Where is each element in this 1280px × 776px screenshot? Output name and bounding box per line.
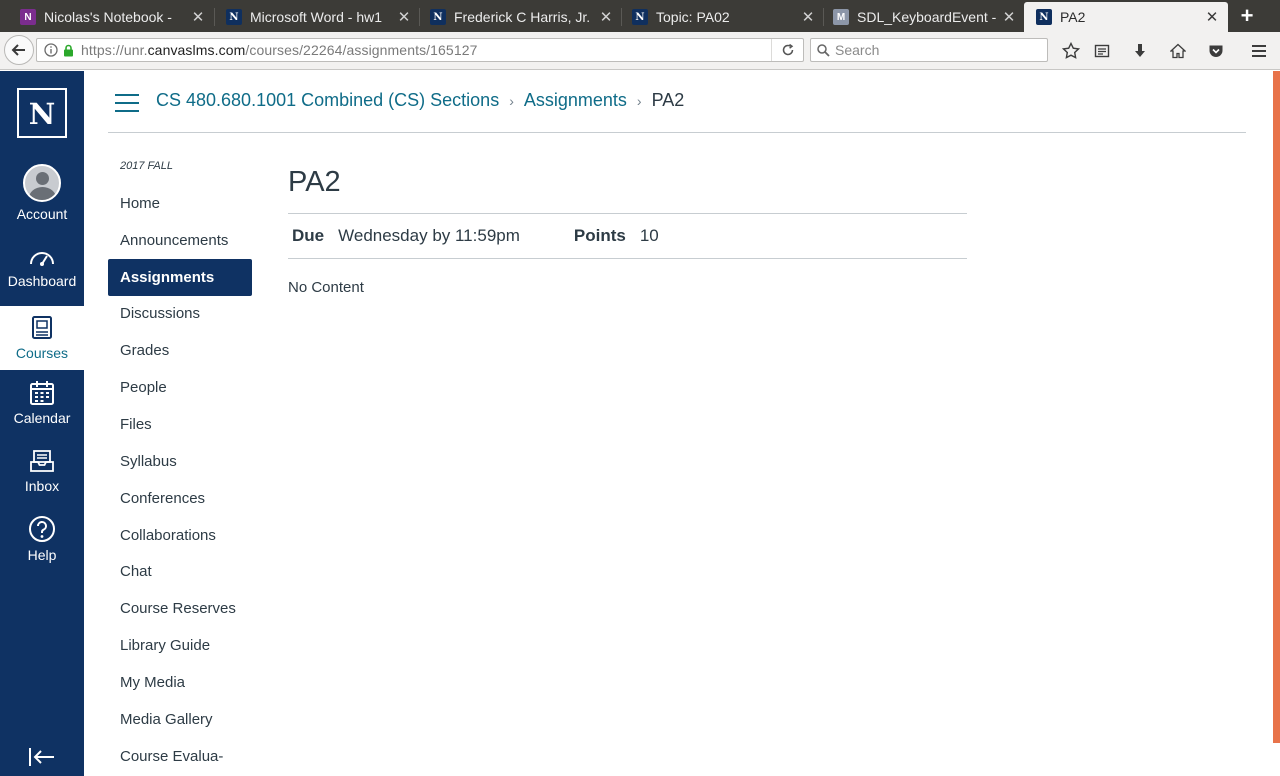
assignment-body: No Content [288,279,364,296]
reload-icon[interactable] [771,39,803,61]
tab-title: Frederick C Harris, Jr. [454,9,591,25]
chevron-right-icon: › [509,92,514,109]
global-navigation: N Account Dashboard Courses Calendar Inb… [0,71,84,776]
dashboard-icon [30,252,54,266]
tab-title: SDL_KeyboardEvent - [857,9,997,25]
nav-label: Inbox [24,478,60,494]
new-tab-button[interactable]: + [1236,2,1258,30]
nevada-n-icon: N [29,99,56,127]
search-icon [811,43,835,57]
back-arrow-icon [11,44,25,56]
university-logo[interactable]: N [17,88,67,138]
browser-tab-active[interactable]: N PA2 ✕ [1024,2,1228,32]
due-label: Due [292,226,325,245]
home-icon[interactable] [1167,40,1189,62]
nav-dashboard[interactable]: Dashboard [0,247,84,295]
nav-help[interactable]: Help [0,515,84,565]
nav-label: Calendar [13,410,71,426]
nav-inbox[interactable]: Inbox [0,448,84,498]
nav-account[interactable]: Account [0,164,84,226]
collapse-nav-icon[interactable] [28,746,56,768]
nav-calendar[interactable]: Calendar [0,380,84,430]
course-nav-item-files[interactable]: Files [108,406,252,443]
course-nav-item-announcements[interactable]: Announcements [108,222,252,259]
course-nav-item-discussions[interactable]: Discussions [108,296,252,333]
course-menu-toggle-icon[interactable] [115,94,139,112]
course-header: CS 480.680.1001 Combined (CS) Sections ›… [108,71,1246,133]
pocket-icon[interactable] [1205,40,1227,62]
download-icon[interactable] [1129,40,1151,62]
course-nav-item-home[interactable]: Home [108,185,252,222]
onenote-icon: N [20,9,36,25]
tab-title: Microsoft Word - hw1 [250,9,382,25]
nav-label: Account [16,206,68,222]
back-button[interactable] [4,35,34,65]
breadcrumb-assignments-link[interactable]: Assignments [524,90,627,111]
course-nav-item-chat[interactable]: Chat [108,553,252,590]
course-nav-item-assignments[interactable]: Assignments [108,258,252,296]
page-title: PA2 [288,166,341,198]
bookmark-star-icon[interactable] [1060,40,1082,62]
browser-nav-bar: https://unr.canvaslms.com/courses/22264/… [0,32,1280,70]
canvas-n-icon: N [632,9,648,25]
breadcrumb: CS 480.680.1001 Combined (CS) Sections ›… [156,90,684,111]
close-tab-icon[interactable]: ✕ [188,8,208,26]
course-nav-item-my-media[interactable]: My Media [108,664,252,701]
courses-icon [32,316,52,339]
inbox-icon [30,450,54,472]
browser-tab-bar: N Nicolas's Notebook - ✕ N Microsoft Wor… [0,0,1280,32]
chevron-right-icon: › [636,92,642,109]
points-label: Points [573,226,626,245]
account-avatar-icon [23,164,61,202]
close-tab-icon[interactable]: ✕ [999,8,1019,26]
search-placeholder: Search [835,42,880,58]
tab-title: Nicolas's Notebook - [44,9,172,25]
lock-icon [61,44,75,57]
course-nav-item-course-reserves[interactable]: Course Reserves [108,590,252,627]
reading-list-icon[interactable] [1091,40,1113,62]
due-value: Wednesday by 11:59pm [338,226,520,245]
tab-title: Topic: PA02 [656,9,730,25]
close-tab-icon[interactable]: ✕ [1202,8,1222,26]
svg-text:N: N [29,99,56,127]
breadcrumb-current: PA2 [651,90,685,110]
nav-courses[interactable]: Courses [0,306,84,370]
scrollbar[interactable] [1273,71,1280,743]
moodle-icon: M [833,9,849,25]
course-nav-item-collaborations[interactable]: Collaborations [108,517,252,554]
help-icon [29,516,55,542]
breadcrumb-course-link[interactable]: CS 480.680.1001 Combined (CS) Sections [156,90,499,111]
browser-tab[interactable]: N Nicolas's Notebook - ✕ [0,2,214,32]
course-nav-item-syllabus[interactable]: Syllabus [108,443,252,480]
course-nav-item-library-guide[interactable]: Library Guide [108,627,252,664]
url-text: https://unr.canvaslms.com/courses/22264/… [81,42,478,58]
course-term: 2017 FALL [120,160,174,172]
canvas-n-icon: N [430,9,446,25]
course-nav-item-media-gallery[interactable]: Media Gallery [108,701,252,738]
nav-label: Help [27,547,57,563]
points-value: 10 [639,226,659,245]
canvas-n-icon: N [1036,9,1052,25]
browser-tab[interactable]: M SDL_KeyboardEvent - ✕ [813,2,1025,32]
address-bar[interactable]: https://unr.canvaslms.com/courses/22264/… [36,38,804,62]
browser-tab[interactable]: N Frederick C Harris, Jr. ✕ [410,2,622,32]
tab-title: PA2 [1060,9,1086,25]
canvas-n-icon: N [226,9,242,25]
assignment-details: Due Wednesday by 11:59pm Points 10 [288,213,967,259]
course-nav-item-people[interactable]: People [108,369,252,406]
course-nav-item-conferences[interactable]: Conferences [108,480,252,517]
search-input[interactable]: Search [810,38,1048,62]
browser-tab[interactable]: N Microsoft Word - hw1 ✕ [206,2,420,32]
course-nav-item-course-evalua[interactable]: Course Evalua- [108,738,252,775]
nav-label: Dashboard [7,273,77,289]
nav-label: Courses [15,345,69,361]
menu-icon[interactable] [1248,40,1270,62]
site-info-icon[interactable] [41,43,61,57]
calendar-icon [30,381,54,405]
course-navigation: Home Announcements Assignments Discussions G… [108,185,252,775]
course-nav-item-grades[interactable]: Grades [108,332,252,369]
browser-tab[interactable]: N Topic: PA02 ✕ [612,2,824,32]
